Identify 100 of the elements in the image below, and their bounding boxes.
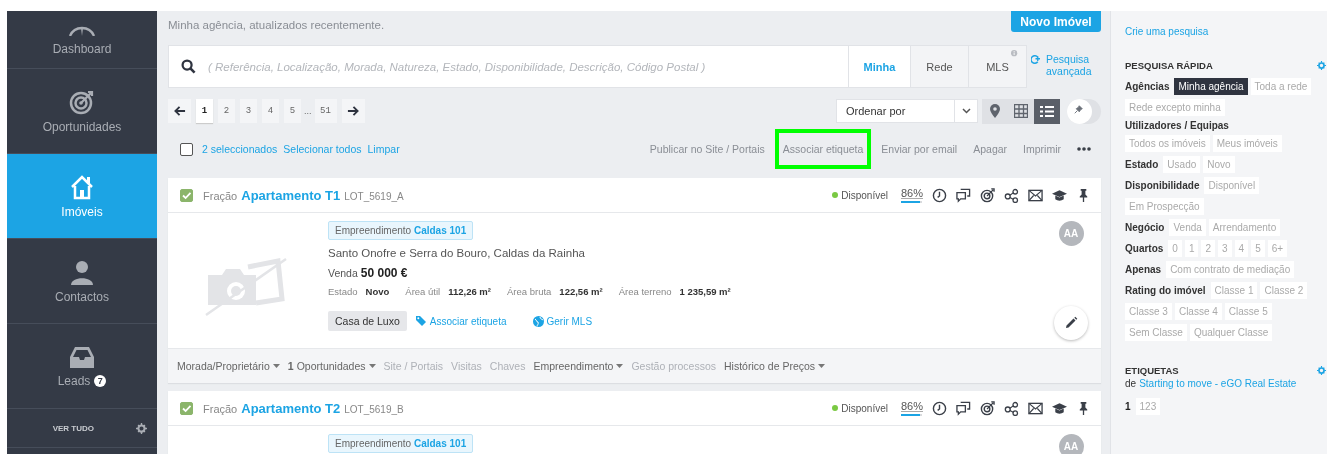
dropdown-link[interactable]: Morada/Proprietário (177, 360, 280, 372)
new-property-button[interactable]: Novo Imóvel (1011, 11, 1101, 32)
selection-link[interactable]: 2 seleccionados (202, 143, 278, 155)
pin-toggle[interactable] (1067, 98, 1101, 124)
location-text: Santo Onofre e Serra do Bouro, Caldas da Rainha (328, 247, 586, 259)
filter-chip[interactable]: 3 (1218, 240, 1232, 257)
filter-chip[interactable]: 2 (1201, 240, 1216, 257)
attribute-value: 1 235,59 m² (679, 286, 731, 297)
page-button[interactable]: 1 (196, 99, 213, 123)
page-button[interactable]: 2 (218, 99, 235, 123)
filter-chip[interactable]: Toda a rede (1250, 78, 1312, 95)
chat-icon[interactable] (956, 400, 971, 416)
sort-dropdown[interactable]: Ordenar por (836, 99, 978, 123)
inbox-icon (68, 344, 96, 369)
tag-chip[interactable]: Casa de Luxo (328, 311, 407, 331)
dropdown-link[interactable]: Histórico de Preços (724, 360, 826, 372)
tag-icon (414, 315, 427, 327)
filter-chip[interactable]: Arrendamento (1208, 219, 1281, 236)
filter-chip[interactable]: Venda (1169, 219, 1206, 236)
advanced-search-link[interactable]: Pesquisa avançada (1046, 53, 1101, 77)
selection-link[interactable]: Limpar (367, 143, 400, 155)
share-icon[interactable] (1004, 400, 1019, 416)
page-button[interactable]: 51 (314, 99, 337, 123)
listing-checkbox[interactable] (180, 188, 193, 202)
listing-title-link[interactable]: Apartamento T2 (241, 400, 341, 416)
filter-chip[interactable]: Classe 3 (1125, 303, 1172, 320)
arrow-left-icon[interactable] (168, 99, 191, 123)
filter-chip[interactable]: Classe 5 (1224, 303, 1272, 320)
envelope-icon[interactable] (1028, 400, 1043, 416)
bulk-action-link[interactable]: Publicar no Site / Portais (641, 129, 773, 169)
sidebar-item[interactable]: Imóveis (7, 154, 157, 239)
filter-chip[interactable]: Todos os imóveis (1125, 135, 1210, 152)
share-icon[interactable] (1004, 187, 1019, 203)
filter-chip[interactable]: 4 (1234, 240, 1249, 257)
associate-tag-link[interactable]: Associar etiqueta (414, 315, 507, 327)
clock-icon[interactable] (932, 187, 947, 203)
caret-icon (818, 364, 826, 368)
search-bar[interactable]: ( Referência, Localização, Morada, Natureza, Estado, Disponibilidade, Descrição, Código Postal ) (168, 45, 848, 88)
manage-mls-link[interactable]: Gerir MLS (532, 315, 593, 327)
search-field[interactable]: ( Referência, Localização, Morada, Natureza, Estado, Disponibilidade, Descrição, Código Postal ) (206, 59, 848, 74)
more-icon[interactable] (1077, 147, 1091, 151)
target-icon[interactable] (980, 187, 995, 203)
filter-chip[interactable]: 5 (1251, 240, 1265, 257)
envelope-icon[interactable] (1028, 187, 1043, 203)
page-button[interactable]: 4 (262, 99, 279, 123)
completeness-percent: 86% (900, 400, 923, 412)
filter-chip[interactable]: Novo (1203, 156, 1235, 173)
list-view-button[interactable] (1034, 98, 1060, 124)
attribute-label: Área terreno (618, 286, 672, 297)
tag-page[interactable]: 123 (1135, 398, 1161, 415)
scope-tab[interactable]: Rede (911, 45, 969, 88)
chat-icon[interactable] (956, 187, 971, 203)
dropdown-link[interactable]: 1 Oportunidades (287, 360, 376, 372)
filter-chip[interactable]: Usado (1163, 156, 1201, 173)
source-link[interactable]: Starting to move - eGO Real Estate (1139, 378, 1297, 389)
scope-tab[interactable]: MLS (969, 45, 1027, 88)
filter-chip[interactable]: Classe 4 (1174, 303, 1222, 320)
filter-chip[interactable]: Sem Classe (1125, 324, 1187, 341)
edit-icon[interactable] (1054, 306, 1088, 340)
settings-icon[interactable] (1317, 366, 1326, 375)
filter-chip[interactable]: Em Prospecção (1125, 198, 1204, 215)
selection-link[interactable]: Selecionar todos (283, 143, 362, 155)
filter-label: Quartos (1125, 243, 1164, 254)
bulk-action-link[interactable]: Enviar por email (873, 129, 966, 169)
filter-chip[interactable]: Rede excepto minha (1125, 99, 1225, 116)
filter-chip[interactable]: 6+ (1267, 240, 1288, 257)
filter-chip[interactable]: 1 (1184, 240, 1199, 257)
filter-chip[interactable]: Classe 2 (1260, 282, 1308, 299)
filter-chip[interactable]: Meus imóveis (1212, 135, 1282, 152)
view-all-link[interactable]: VER TUDO (52, 423, 94, 433)
attribute-label: Estado (328, 286, 358, 297)
dropdown-link[interactable]: Empreendimento (533, 360, 624, 372)
filter-chip[interactable]: Com contrato de mediação (1166, 261, 1295, 278)
filter-label: Negócio (1125, 222, 1165, 233)
target-icon[interactable] (980, 400, 995, 416)
graduation-cap-icon[interactable] (1052, 400, 1067, 416)
tag-page[interactable]: 1 (1125, 401, 1131, 412)
listing-checkbox[interactable] (180, 401, 193, 415)
arrow-right-icon[interactable] (341, 99, 365, 123)
select-all-checkbox[interactable] (180, 142, 193, 156)
filter-chip[interactable]: 0 (1168, 240, 1182, 257)
dropdown-link: Chaves (489, 360, 526, 372)
bulk-action-link[interactable]: Apagar (965, 129, 1016, 169)
filter-chip[interactable]: Qualquer Classe (1189, 324, 1273, 341)
filter-chip[interactable]: Minha agência (1174, 78, 1248, 95)
settings-icon[interactable] (136, 422, 147, 434)
bulk-action-link[interactable]: Associar etiqueta (774, 129, 872, 169)
filter-chip[interactable]: Disponível (1204, 177, 1260, 194)
create-search-link[interactable]: Crie uma pesquisa (1125, 26, 1327, 37)
scope-tab[interactable]: Minha (848, 45, 911, 88)
settings-icon[interactable] (1317, 61, 1326, 70)
house-icon (69, 173, 95, 200)
bulk-action-link[interactable]: Imprimir (1015, 129, 1069, 169)
deal-type: Venda (328, 267, 358, 279)
graduation-cap-icon[interactable] (1052, 187, 1067, 203)
page-button[interactable]: 3 (240, 99, 257, 123)
listing-title-link[interactable]: Apartamento T1 (241, 187, 341, 203)
page-button[interactable]: 5 (284, 99, 301, 123)
filter-chip[interactable]: Classe 1 (1210, 282, 1258, 299)
clock-icon[interactable] (932, 400, 947, 416)
